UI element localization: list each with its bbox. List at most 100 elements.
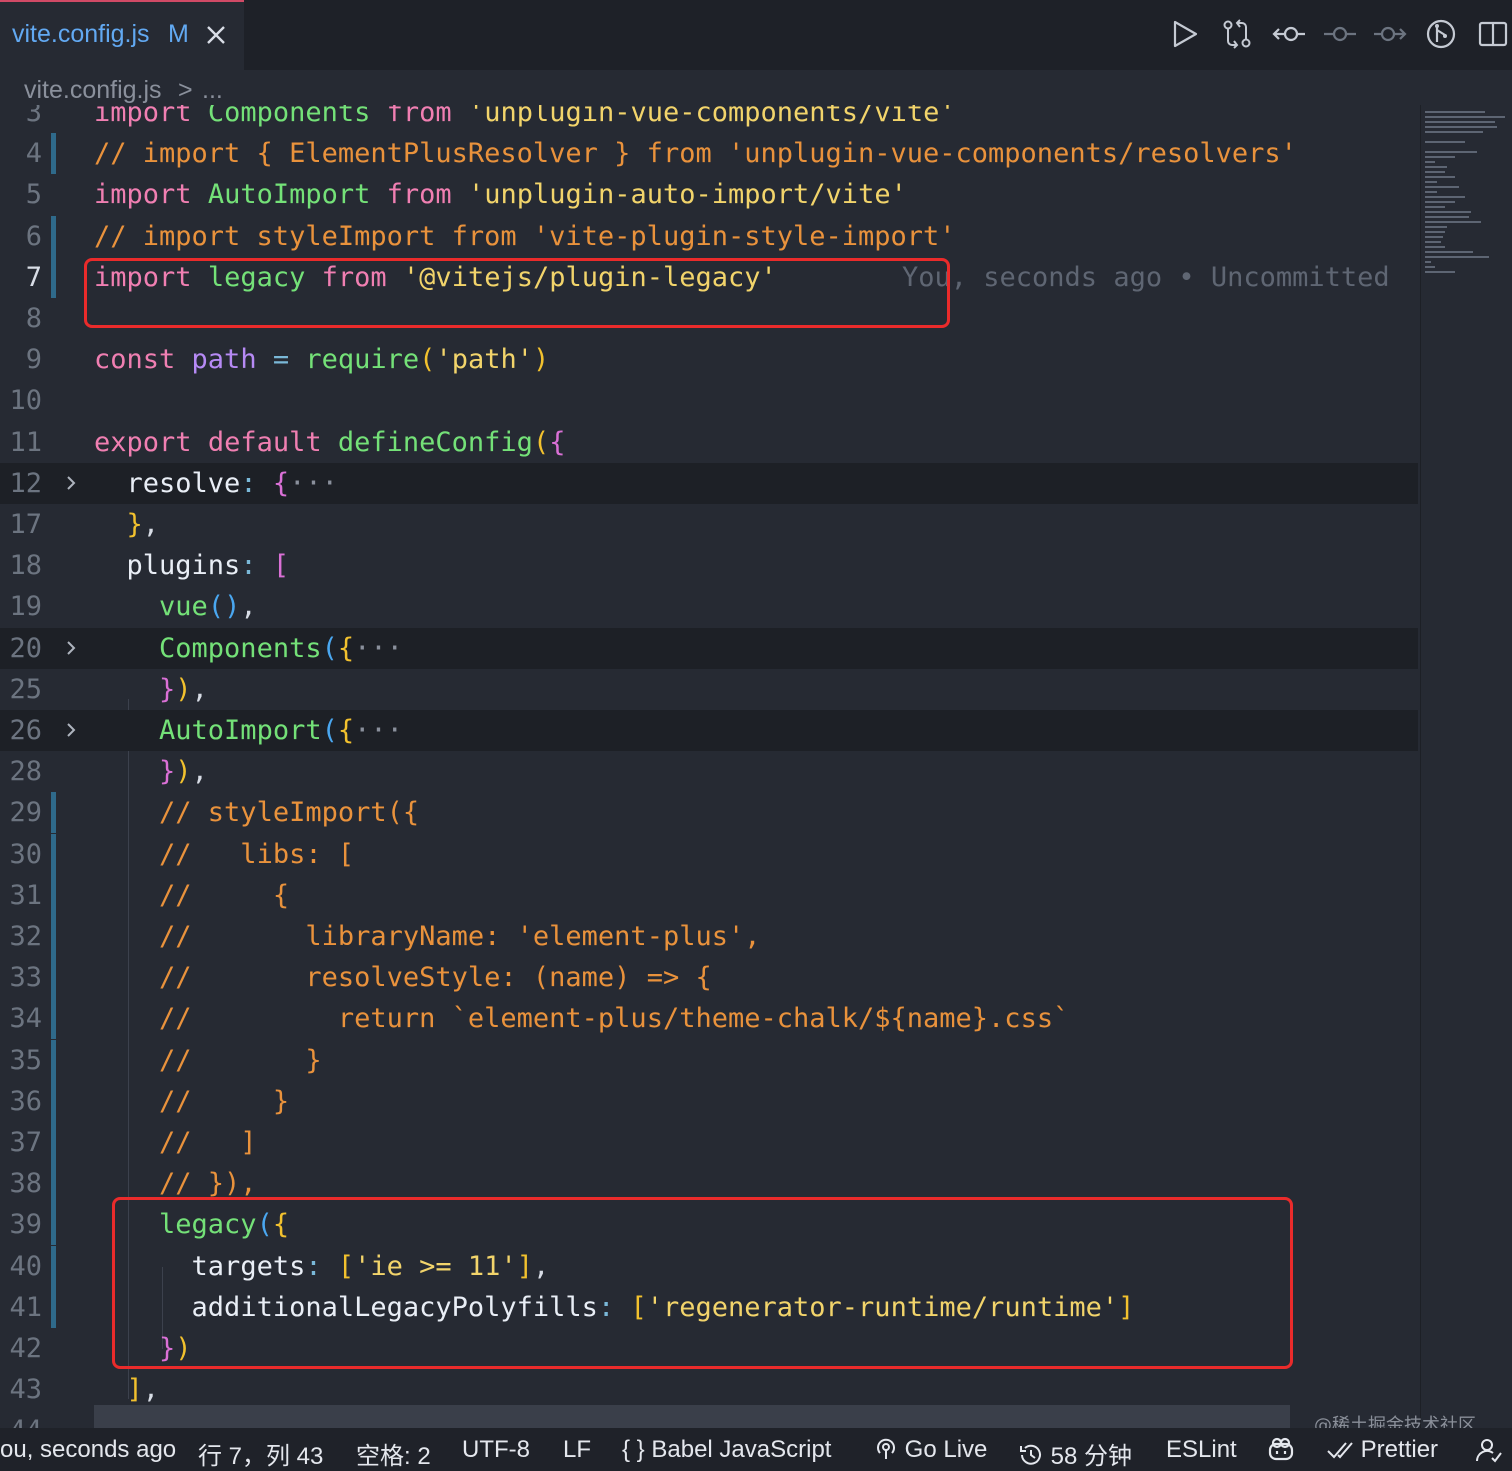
line-number: 18 — [9, 550, 42, 582]
code-line[interactable]: 11 export default defineConfig({ — [0, 422, 1418, 463]
minimap-line — [1425, 216, 1469, 218]
status-eslint[interactable]: ESLint — [1166, 1436, 1237, 1464]
git-modified-gutter-marker[interactable] — [51, 256, 56, 298]
line-number: 31 — [9, 879, 42, 911]
minimap-line — [1425, 236, 1443, 238]
status-go-live[interactable]: Go Live — [874, 1436, 987, 1464]
code-line[interactable]: 3 import Components from 'unplugin-vue-co… — [0, 105, 1418, 133]
code-line[interactable]: 12 resolve: {··· — [0, 462, 1418, 504]
code-text: // { — [159, 879, 290, 911]
code-text: import Components from 'unplugin-vue-com… — [94, 105, 956, 128]
git-modified-gutter-marker[interactable] — [51, 833, 56, 875]
breadcrumb-more[interactable]: ... — [202, 76, 223, 105]
code-line[interactable]: 20 Components({··· — [0, 627, 1418, 669]
status-eol[interactable]: LF — [563, 1436, 591, 1464]
close-icon[interactable] — [204, 23, 228, 47]
code-line[interactable]: 36 // } — [0, 1080, 1418, 1122]
accounts-icon[interactable] — [1474, 1436, 1502, 1464]
breadcrumb-file[interactable]: vite.config.js — [24, 76, 162, 105]
code-text: plugins: [ — [126, 550, 290, 582]
breadcrumb-separator: > — [178, 76, 193, 104]
code-text: AutoImport({··· — [159, 715, 403, 746]
git-modified-gutter-marker[interactable] — [51, 916, 56, 957]
git-modified-gutter-marker[interactable] — [51, 1245, 56, 1287]
broadcast-icon — [877, 1438, 895, 1459]
code-line[interactable]: 29 // styleImport({ — [0, 792, 1418, 834]
code-line[interactable]: 28 }), — [0, 751, 1418, 792]
copilot-icon[interactable] — [1266, 1436, 1296, 1465]
code-line[interactable]: 18 plugins: [ — [0, 545, 1418, 586]
code-line[interactable]: 17 }, — [0, 504, 1418, 545]
line-number: 17 — [9, 509, 42, 540]
status-go-live-label: Go Live — [904, 1436, 988, 1463]
split-editor-icon[interactable] — [1476, 17, 1510, 51]
minimap-line — [1425, 251, 1473, 253]
inline-blame-annotation: You, seconds ago • Uncommitted — [902, 261, 1390, 293]
code-line[interactable]: 26 AutoImport({··· — [0, 710, 1418, 751]
git-modified-gutter-marker[interactable] — [51, 1122, 56, 1163]
status-blame[interactable]: ou, seconds ago — [0, 1436, 176, 1464]
tab-vite-config[interactable]: vite.config.js M — [0, 0, 244, 70]
code-text: // return `element-plus/theme-chalk/${na… — [159, 1003, 1070, 1035]
status-language-mode[interactable]: { } Babel JavaScript — [622, 1436, 831, 1464]
git-modified-gutter-marker[interactable] — [51, 1039, 56, 1081]
git-commit-next-icon[interactable] — [1373, 17, 1407, 51]
status-prettier[interactable]: Prettier — [1326, 1436, 1438, 1464]
line-number: 26 — [9, 715, 42, 746]
status-indentation[interactable]: 空格: 2 — [356, 1436, 431, 1471]
git-modified-gutter-marker[interactable] — [51, 957, 56, 999]
code-line[interactable]: 32 // libraryName: 'element-plus', — [0, 916, 1418, 957]
minimap-line — [1425, 141, 1465, 143]
minimap-line — [1425, 256, 1489, 258]
line-number: 38 — [9, 1168, 42, 1200]
compare-changes-icon[interactable] — [1220, 17, 1254, 51]
status-prettier-label: Prettier — [1360, 1436, 1439, 1463]
horizontal-scrollbar[interactable] — [94, 1405, 1290, 1428]
line-number: 30 — [9, 838, 42, 870]
code-line[interactable]: 25 }), — [0, 669, 1418, 710]
highlight-box-legacy-config — [112, 1197, 1293, 1369]
run-icon[interactable] — [1168, 17, 1202, 51]
minimap-line — [1425, 181, 1437, 183]
minimap-line — [1425, 156, 1455, 158]
code-line[interactable]: 31 // { — [0, 874, 1418, 916]
chevron-right-icon[interactable] — [62, 639, 80, 657]
status-time-tracker[interactable]: 58 分钟 — [1018, 1436, 1132, 1471]
code-line[interactable]: 34 // return `element-plus/theme-chalk/$… — [0, 998, 1418, 1040]
git-commit-previous-icon[interactable] — [1272, 17, 1306, 51]
minimap[interactable] — [1420, 105, 1512, 1428]
line-number: 36 — [9, 1085, 42, 1117]
code-line[interactable]: 10 — [0, 380, 1418, 421]
git-modified-gutter-marker[interactable] — [51, 792, 56, 834]
minimap-line — [1425, 111, 1485, 113]
git-modified-gutter-marker[interactable] — [51, 133, 56, 175]
code-line[interactable]: 4 // import { ElementPlusResolver } from … — [0, 133, 1418, 175]
code-line[interactable]: 19 vue(), — [0, 586, 1418, 627]
gitlens-icon[interactable] — [1424, 17, 1458, 51]
code-line[interactable]: 33 // resolveStyle: (name) => { — [0, 957, 1418, 999]
history-icon — [1020, 1444, 1041, 1465]
git-modified-gutter-marker[interactable] — [51, 1080, 56, 1122]
code-line[interactable]: 37 // ] — [0, 1122, 1418, 1163]
git-modified-gutter-marker[interactable] — [51, 1163, 56, 1205]
code-line[interactable]: 6 // import styleImport from 'vite-plugin… — [0, 215, 1418, 257]
git-modified-gutter-marker[interactable] — [51, 1286, 56, 1328]
code-line[interactable]: 9 const path = require('path') — [0, 339, 1418, 380]
minimap-line — [1425, 151, 1477, 153]
code-line[interactable]: 35 // } — [0, 1039, 1418, 1081]
line-number: 41 — [9, 1291, 42, 1323]
status-cursor-position[interactable]: 行 7，列 43 — [198, 1436, 323, 1471]
code-line[interactable]: 30 // libs: [ — [0, 833, 1418, 875]
line-number: 6 — [25, 220, 42, 252]
code-line[interactable]: 5 import AutoImport from 'unplugin-auto-i… — [0, 174, 1418, 215]
git-commit-icon[interactable] — [1323, 17, 1357, 51]
git-modified-gutter-marker[interactable] — [51, 215, 56, 257]
code-text: }), — [159, 673, 208, 705]
git-modified-gutter-marker[interactable] — [51, 874, 56, 916]
git-modified-gutter-marker[interactable] — [51, 1204, 56, 1246]
status-encoding[interactable]: UTF-8 — [462, 1436, 530, 1464]
chevron-right-icon[interactable] — [62, 721, 80, 739]
git-modified-gutter-marker[interactable] — [51, 998, 56, 1040]
chevron-right-icon[interactable] — [62, 474, 80, 492]
line-number: 34 — [9, 1003, 42, 1035]
